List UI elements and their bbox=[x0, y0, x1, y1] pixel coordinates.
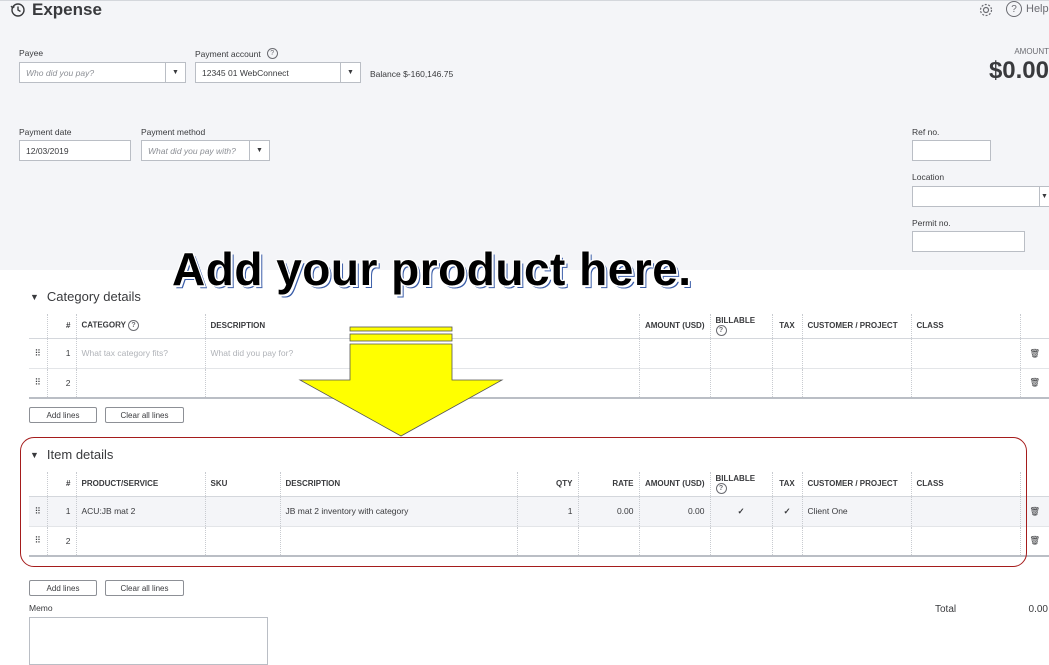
balance-text: Balance $-160,146.75 bbox=[370, 69, 454, 79]
payment-account-select[interactable]: 12345 01 WebConnect bbox=[195, 62, 341, 83]
memo-label: Memo bbox=[29, 603, 53, 613]
help-icon: ? bbox=[1006, 1, 1022, 17]
total-value: 0.00 bbox=[1028, 604, 1048, 615]
add-lines-button[interactable]: Add lines bbox=[29, 580, 97, 596]
ref-no-input[interactable] bbox=[912, 140, 991, 161]
caret-down-icon: ▼ bbox=[1041, 193, 1048, 200]
column-header: CATEGORY ? bbox=[76, 314, 206, 339]
billable-cell[interactable] bbox=[710, 368, 773, 399]
total-label: Total bbox=[935, 604, 957, 615]
column-header: CLASS bbox=[911, 314, 1021, 339]
item-details-highlight bbox=[20, 437, 1027, 567]
payment-date-input[interactable]: 12/03/2019 bbox=[19, 140, 131, 161]
column-header: TAX bbox=[772, 314, 803, 339]
category-details-toggle[interactable]: ▼ Category details bbox=[30, 289, 141, 304]
help-icon[interactable]: ? bbox=[128, 320, 140, 332]
category-cell[interactable]: What tax category fits? bbox=[76, 338, 206, 369]
permit-no-label: Permit no. bbox=[912, 218, 951, 228]
category-details-title: Category details bbox=[46, 289, 141, 304]
amount-cell[interactable] bbox=[639, 368, 711, 399]
annotation-text: Add your product here. bbox=[172, 243, 692, 295]
class-cell[interactable] bbox=[911, 338, 1021, 369]
trash-icon[interactable]: 🗑 bbox=[1020, 338, 1049, 369]
payee-input[interactable]: Who did you pay? bbox=[19, 62, 166, 83]
column-header: AMOUNT (USD) bbox=[639, 314, 711, 339]
help-label: Help bbox=[1026, 3, 1049, 15]
amount-label: AMOUNT bbox=[1014, 47, 1049, 56]
location-dropdown-button[interactable]: ▼ bbox=[1039, 186, 1049, 207]
amount-cell[interactable] bbox=[639, 338, 711, 369]
help-button[interactable]: ? Help bbox=[1006, 1, 1049, 17]
top-divider bbox=[0, 0, 1049, 1]
class-cell[interactable] bbox=[911, 368, 1021, 399]
table-row[interactable]: ⠿ 2 🗑 bbox=[29, 368, 1049, 399]
payee-label: Payee bbox=[19, 48, 44, 58]
table-row[interactable]: ⠿ 1 What tax category fits? What did you… bbox=[29, 338, 1049, 369]
add-lines-button[interactable]: Add lines bbox=[29, 407, 97, 423]
permit-no-input[interactable] bbox=[912, 231, 1025, 252]
help-icon[interactable]: ? bbox=[266, 48, 278, 59]
payee-dropdown-button[interactable]: ▼ bbox=[165, 62, 186, 83]
column-header: BILLABLE ? bbox=[710, 314, 773, 339]
payment-method-dropdown-button[interactable]: ▼ bbox=[249, 140, 270, 161]
page-title-area: Expense bbox=[10, 0, 102, 20]
tax-cell[interactable] bbox=[772, 338, 803, 369]
clear-all-lines-button[interactable]: Clear all lines bbox=[105, 407, 184, 423]
amount-value: $0.00 bbox=[988, 57, 1049, 84]
caret-down-icon: ▼ bbox=[172, 69, 179, 76]
row-number: 2 bbox=[47, 368, 77, 399]
ref-no-label: Ref no. bbox=[912, 127, 940, 137]
customer-cell[interactable] bbox=[802, 338, 912, 369]
payment-date-label: Payment date bbox=[19, 127, 72, 137]
help-icon[interactable]: ? bbox=[715, 324, 727, 336]
payment-method-input[interactable]: What did you pay with? bbox=[141, 140, 250, 161]
column-header: CUSTOMER / PROJECT bbox=[802, 314, 912, 339]
trash-icon[interactable]: 🗑 bbox=[1020, 368, 1049, 399]
billable-cell[interactable] bbox=[710, 338, 773, 369]
payment-account-dropdown-button[interactable]: ▼ bbox=[340, 62, 361, 83]
page-title: Expense bbox=[32, 0, 102, 19]
tax-cell[interactable] bbox=[772, 368, 803, 399]
caret-down-icon: ▼ bbox=[347, 69, 354, 76]
location-label: Location bbox=[912, 172, 945, 182]
caret-down-icon: ▼ bbox=[30, 291, 39, 302]
annotation-arrow bbox=[298, 326, 506, 440]
category-details-table: # CATEGORY ? DESCRIPTION AMOUNT (USD) BI… bbox=[29, 314, 1049, 399]
location-select[interactable] bbox=[912, 186, 1040, 207]
payment-account-label: Payment account bbox=[195, 48, 261, 59]
recent-history-icon[interactable] bbox=[10, 2, 26, 18]
drag-handle-icon[interactable]: ⠿ bbox=[29, 368, 48, 399]
caret-down-icon: ▼ bbox=[256, 147, 263, 154]
payment-method-label: Payment method bbox=[141, 127, 206, 137]
column-header: # bbox=[47, 314, 77, 339]
payment-account-label-row: Payment account ? bbox=[195, 48, 278, 59]
drag-handle-icon[interactable]: ⠿ bbox=[29, 338, 48, 369]
settings-gear-icon[interactable] bbox=[978, 2, 994, 20]
row-number: 1 bbox=[47, 338, 77, 369]
customer-cell[interactable] bbox=[802, 368, 912, 399]
memo-textarea[interactable] bbox=[29, 617, 268, 665]
clear-all-lines-button[interactable]: Clear all lines bbox=[105, 580, 184, 596]
table-header-row: # CATEGORY ? DESCRIPTION AMOUNT (USD) BI… bbox=[29, 314, 1049, 339]
category-cell[interactable] bbox=[76, 368, 206, 399]
